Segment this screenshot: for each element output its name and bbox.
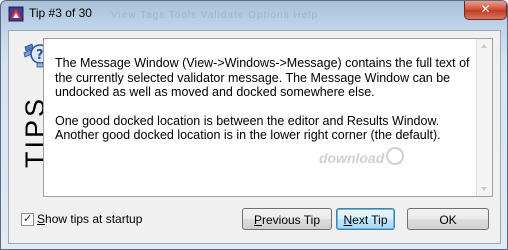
- show-tips-accel: S: [37, 212, 46, 226]
- show-tips-checkbox[interactable]: ✓: [21, 213, 34, 226]
- tip-text: The Message Window (View->Windows->Messa…: [55, 56, 473, 157]
- previous-tip-accel: P: [253, 213, 262, 227]
- window-title: Tip #3 of 30: [29, 6, 92, 20]
- checkmark-icon: ✓: [23, 213, 33, 225]
- scroll-up-arrow-icon[interactable]: [481, 44, 487, 48]
- next-tip-label: ext Tip: [352, 213, 388, 227]
- tip-paragraph-2: One good docked location is between the …: [55, 113, 441, 143]
- watermark: download: [319, 147, 405, 166]
- close-icon: ✕: [480, 2, 491, 16]
- next-tip-accel: N: [343, 213, 353, 227]
- close-button[interactable]: ✕: [464, 1, 507, 20]
- tip-text-box[interactable]: The Message Window (View->Windows->Messa…: [43, 38, 493, 197]
- show-tips-label-text: how tips at startup: [45, 212, 143, 226]
- watermark-logo-icon: [386, 147, 405, 165]
- next-tip-button[interactable]: Next Tip: [336, 208, 395, 230]
- tip-dialog-window: Tip #3 of 30 View Tags Tools Validate Op…: [0, 0, 508, 250]
- app-icon: [8, 6, 24, 22]
- ok-button[interactable]: OK: [407, 208, 489, 230]
- dialog-body: ? TIPS The Message Window (View->Windows…: [8, 30, 501, 244]
- background-menu-ghost: View Tags Tools Validate Options Help: [111, 10, 318, 21]
- show-tips-label[interactable]: Show tips at startup: [37, 212, 142, 226]
- watermark-text: download: [319, 150, 385, 166]
- previous-tip-label: revious Tip: [261, 213, 321, 227]
- tip-scrollbar[interactable]: [476, 39, 492, 196]
- tip-paragraph-1: The Message Window (View->Windows->Messa…: [55, 56, 470, 99]
- title-bar[interactable]: Tip #3 of 30 View Tags Tools Validate Op…: [1, 1, 507, 28]
- previous-tip-button[interactable]: Previous Tip: [242, 208, 332, 230]
- scroll-down-arrow-icon[interactable]: [481, 187, 487, 191]
